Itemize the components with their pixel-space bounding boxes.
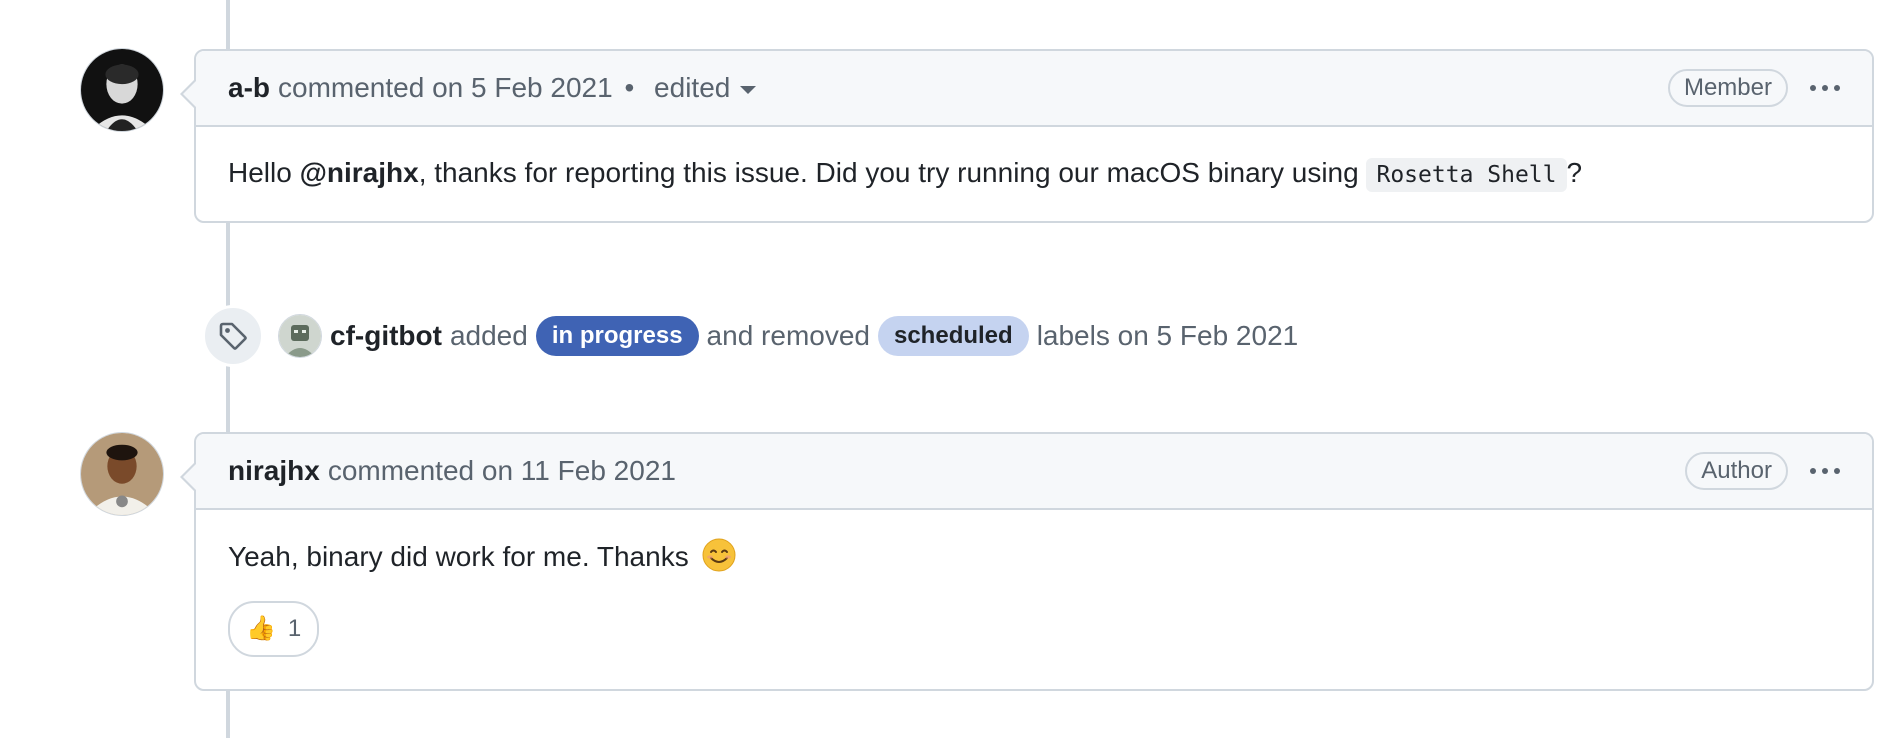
thumbs-up-reaction-button[interactable]: 👍 1 bbox=[228, 601, 320, 657]
thumbs-up-icon: 👍 bbox=[246, 615, 276, 642]
avatar-nirajhx-image bbox=[81, 433, 163, 515]
comment-timestamp[interactable]: commented on 5 Feb 2021 bbox=[278, 72, 613, 103]
user-mention[interactable]: @nirajhx bbox=[300, 157, 419, 188]
comment-body-line: Yeah, binary did work for me. Thanks bbox=[228, 538, 1840, 575]
kebab-dot-icon bbox=[1822, 468, 1828, 474]
comment-header: a-b commented on 5 Feb 2021 • edited Memb… bbox=[196, 51, 1872, 127]
role-badge: Member bbox=[1667, 69, 1788, 107]
comment-nirajhx: nirajhx commented on 11 Feb 2021 Author Y… bbox=[180, 432, 1874, 691]
tag-icon-badge bbox=[202, 305, 264, 367]
comment-timestamp[interactable]: commented on 11 Feb 2021 bbox=[328, 455, 676, 486]
smiling-face-emoji-icon bbox=[702, 538, 736, 572]
avatar-a-b-image bbox=[81, 49, 163, 131]
more-options-button[interactable] bbox=[1810, 464, 1840, 478]
tag-icon bbox=[219, 322, 247, 350]
label-scheduled[interactable]: scheduled bbox=[877, 316, 1029, 356]
avatar-a-b[interactable] bbox=[80, 48, 164, 132]
edited-label: edited bbox=[654, 72, 731, 103]
comment-author[interactable]: a-b bbox=[228, 72, 270, 103]
label-in-progress[interactable]: in progress bbox=[535, 316, 699, 356]
inline-code: Rosetta Shell bbox=[1366, 158, 1567, 192]
body-text: Yeah, binary did work for me. Thanks bbox=[228, 541, 689, 572]
event-text: and removed bbox=[706, 320, 870, 351]
comment-meta: a-b commented on 5 Feb 2021 • edited bbox=[228, 72, 757, 104]
label-event: cf-gitbot added in progress and removed … bbox=[202, 305, 1299, 367]
kebab-dot-icon bbox=[1822, 85, 1828, 91]
comment-author[interactable]: nirajhx bbox=[228, 455, 320, 486]
avatar-cf-gitbot-image bbox=[279, 315, 321, 357]
reaction-count: 1 bbox=[287, 615, 302, 642]
body-text: Hello bbox=[228, 157, 300, 188]
avatar-cf-gitbot[interactable] bbox=[278, 314, 322, 358]
edited-dropdown[interactable]: edited bbox=[654, 72, 757, 104]
event-timestamp: labels on 5 Feb 2021 bbox=[1036, 320, 1299, 351]
body-text: ? bbox=[1566, 157, 1583, 188]
comment-a-b: a-b commented on 5 Feb 2021 • edited Memb… bbox=[180, 49, 1874, 223]
body-text: , thanks for reporting this issue. Did y… bbox=[418, 157, 1367, 188]
kebab-dot-icon bbox=[1810, 468, 1816, 474]
comment-body: Yeah, binary did work for me. Thanks 👍 1 bbox=[196, 510, 1872, 689]
kebab-dot-icon bbox=[1810, 85, 1816, 91]
separator-dot: • bbox=[624, 72, 635, 103]
comment-body: Hello @nirajhx, thanks for reporting thi… bbox=[196, 127, 1872, 221]
event-text: added bbox=[449, 320, 528, 351]
avatar-nirajhx[interactable] bbox=[80, 432, 164, 516]
more-options-button[interactable] bbox=[1810, 81, 1840, 95]
event-author[interactable]: cf-gitbot bbox=[330, 320, 442, 352]
kebab-dot-icon bbox=[1834, 468, 1840, 474]
chevron-down-icon bbox=[740, 86, 757, 94]
comment-meta: nirajhx commented on 11 Feb 2021 bbox=[228, 455, 676, 487]
kebab-dot-icon bbox=[1834, 85, 1840, 91]
comment-header: nirajhx commented on 11 Feb 2021 Author bbox=[196, 434, 1872, 510]
role-badge: Author bbox=[1685, 452, 1788, 490]
